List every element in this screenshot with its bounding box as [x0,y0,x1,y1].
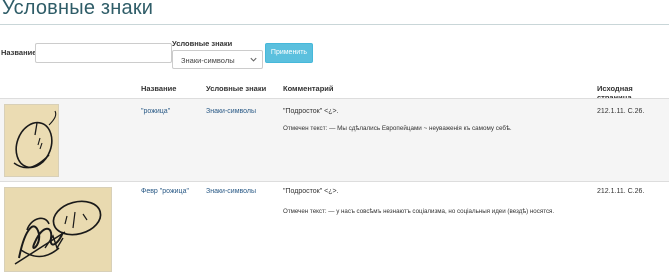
row-2-signs[interactable]: Знаки-символы [206,188,256,195]
chevron-down-icon [250,57,257,62]
row-1-signs[interactable]: Знаки-символы [206,108,256,115]
row-1-thumbnail[interactable] [4,104,59,177]
row-2-source-page: 212.1.11. С.26. [597,188,645,195]
apply-button[interactable]: Применить [265,43,313,63]
row-1-name[interactable]: "рожица" [141,108,170,115]
row-2-marked-text: Отмечен текст: — у насъ совсѣмъ незнаютъ… [283,208,555,215]
column-header-name[interactable]: Название [141,84,176,93]
row-2-comment: "Подросток" <¿>. [283,188,339,195]
row-2-name[interactable]: Февр "рожица" [141,188,189,195]
title-divider [0,24,669,25]
sketch-face-image [5,105,58,176]
name-filter-input[interactable] [35,43,172,63]
column-header-comment[interactable]: Комментарий [283,84,334,93]
sketch-signature-face-image [5,188,111,271]
signs-filter-label: Условные знаки [172,39,233,48]
name-filter-label: Название [1,48,37,57]
row-1-marked-text: Отмечен текст: — Мы сдѣлались Европейцам… [283,125,512,132]
row-1-comment: "Подросток" <¿>. [283,108,339,115]
column-header-signs[interactable]: Условные знаки [206,84,266,93]
row-1-source-page: 212.1.11. С.26. [597,108,645,115]
page-title: Условные знаки [2,0,154,19]
signs-filter-selected-value: Знаки-символы [181,56,235,65]
row-2-thumbnail[interactable] [4,187,112,272]
row-divider [0,181,669,182]
signs-filter-select[interactable]: Знаки-символы [172,50,263,69]
